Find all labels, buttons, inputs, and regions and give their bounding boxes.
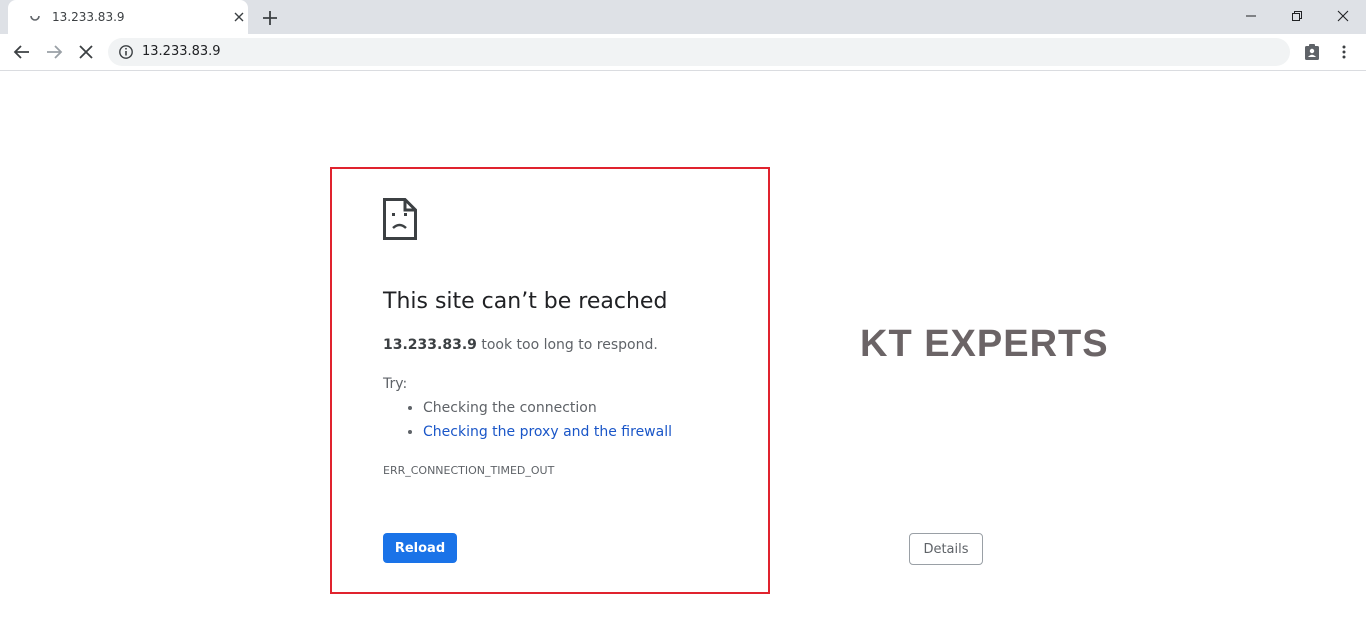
address-text[interactable]: 13.233.83.9 — [142, 44, 221, 59]
error-message: 13.233.83.9 took too long to respond. — [383, 337, 658, 353]
sad-page-icon — [383, 198, 417, 240]
loading-spinner-icon — [30, 15, 40, 21]
clipboard-account-icon — [1305, 44, 1319, 60]
error-message-suffix: took too long to respond. — [476, 337, 658, 353]
error-code: ERR_CONNECTION_TIMED_OUT — [383, 464, 555, 477]
error-title: This site can’t be reached — [383, 289, 668, 314]
restore-button[interactable] — [1274, 0, 1320, 32]
reload-button[interactable]: Reload — [383, 533, 457, 563]
tab-title: 13.233.83.9 — [52, 10, 125, 24]
suggestion-item: Checking the connection — [423, 398, 672, 422]
browser-tab[interactable]: 13.233.83.9 — [8, 0, 248, 34]
arrow-right-icon — [47, 45, 63, 59]
stop-button[interactable] — [74, 40, 98, 64]
try-label: Try: — [383, 376, 408, 392]
watermark-text: KT EXPERTS — [860, 323, 1109, 365]
profile-button[interactable] — [1300, 40, 1324, 64]
suggestion-check-connection: Checking the connection — [423, 400, 597, 416]
browser-toolbar: 13.233.83.9 — [0, 34, 1366, 71]
tab-strip: 13.233.83.9 — [0, 0, 1366, 34]
address-bar[interactable]: 13.233.83.9 — [108, 38, 1290, 66]
suggestion-item: Checking the proxy and the firewall — [423, 422, 672, 446]
close-icon — [1337, 10, 1349, 22]
stop-x-icon — [79, 45, 93, 59]
forward-button[interactable] — [42, 40, 66, 64]
minimize-icon — [1246, 15, 1256, 17]
back-button[interactable] — [10, 40, 34, 64]
arrow-left-icon — [13, 45, 29, 59]
error-host: 13.233.83.9 — [383, 337, 477, 353]
minimize-button[interactable] — [1228, 0, 1274, 32]
tab-close-icon[interactable] — [232, 10, 246, 24]
details-button[interactable]: Details — [909, 533, 983, 565]
suggestions-list: Checking the connection Checking the pro… — [383, 398, 672, 446]
restore-icon — [1292, 11, 1302, 21]
vertical-dots-icon — [1342, 45, 1346, 59]
menu-button[interactable] — [1332, 40, 1356, 64]
close-window-button[interactable] — [1320, 0, 1366, 32]
new-tab-plus-icon[interactable] — [260, 8, 280, 28]
info-circle-icon[interactable] — [118, 44, 134, 60]
suggestion-proxy-firewall-link[interactable]: Checking the proxy and the firewall — [423, 424, 672, 440]
